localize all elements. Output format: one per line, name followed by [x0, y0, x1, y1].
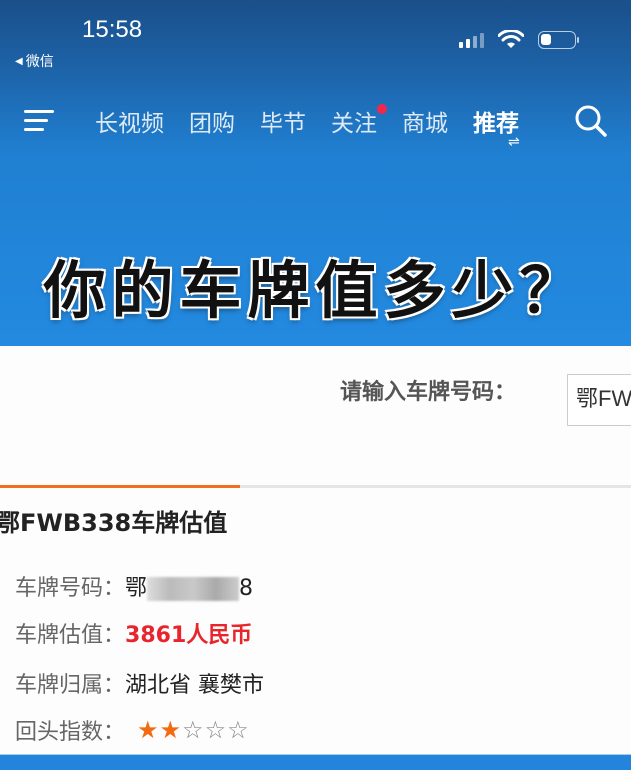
star-empty-icon: ☆ — [204, 716, 227, 744]
plate-suffix: 8 — [239, 576, 254, 601]
tab-label: 商城 — [402, 111, 448, 137]
result-title: 鄂FWB338车牌估值 — [0, 509, 228, 537]
plate-value-row: 车牌估值： 3861人民币 — [15, 617, 252, 649]
tab-bijie[interactable]: 毕节 — [260, 104, 306, 138]
tab-long-video[interactable]: 长视频 — [95, 104, 164, 138]
row-label: 车牌号码： — [15, 576, 126, 601]
star-filled-icon: ★ — [159, 716, 182, 744]
plate-input-label: 请输入车牌号码： — [340, 380, 517, 405]
back-to-wechat-button[interactable]: ◀ 微信 — [15, 51, 54, 71]
plate-input-row: 请输入车牌号码： — [340, 374, 516, 406]
notification-badge — [377, 104, 387, 114]
nav-tabs: 长视频 团购 毕节 关注 商城 推荐 — [95, 104, 544, 138]
row-label: 车牌估值： — [15, 623, 126, 648]
row-label: 回头指数： — [15, 720, 126, 745]
plate-location: 湖北省 襄樊市 — [125, 673, 265, 698]
blurred-region — [147, 577, 240, 601]
status-icons — [459, 30, 579, 50]
swap-arrows-icon: ⇌ — [508, 134, 520, 150]
plate-number-row: 车牌号码： 鄂8 — [15, 570, 253, 602]
tab-recommend[interactable]: 推荐 — [473, 104, 519, 138]
tab-following[interactable]: 关注 — [331, 104, 387, 138]
bottom-bar — [0, 754, 631, 770]
battery-icon — [538, 31, 579, 49]
tab-label: 团购 — [189, 111, 235, 137]
back-triangle-icon: ◀ — [15, 55, 23, 67]
plate-location-row: 车牌归属： 湖北省 襄樊市 — [15, 667, 264, 699]
row-label: 车牌归属： — [15, 673, 126, 698]
status-time: 15:58 — [82, 16, 143, 43]
wifi-icon — [498, 30, 524, 48]
result-tab-indicator — [0, 485, 240, 488]
tab-group-buy[interactable]: 团购 — [189, 104, 235, 138]
plate-number-input[interactable]: 鄂FW — [567, 374, 631, 426]
banner-title: 你的车牌值多少？ — [43, 254, 588, 327]
star-empty-icon: ☆ — [227, 716, 249, 744]
search-icon[interactable] — [574, 104, 608, 138]
star-rating: ★ ★ ☆ ☆ ☆ — [137, 718, 249, 742]
menu-icon[interactable] — [24, 108, 54, 134]
app-header: 15:58 ◀ 微信 长视频 团购 毕节 关注 商城 推荐 ⇌ 你的车牌值多少？ — [0, 0, 631, 346]
tab-mall[interactable]: 商城 — [402, 104, 448, 138]
rating-row: 回头指数： ★ ★ ☆ ☆ ☆ — [15, 714, 249, 746]
tab-label: 关注 — [331, 111, 377, 137]
back-label: 微信 — [25, 54, 54, 70]
tab-label: 长视频 — [95, 111, 164, 137]
plate-number-value: 鄂8 — [125, 570, 253, 602]
content-area — [0, 346, 631, 769]
plate-value: 3861人民币 — [125, 623, 253, 648]
result-tab-divider — [0, 485, 631, 488]
top-nav: 长视频 团购 毕节 关注 商城 推荐 ⇌ — [0, 100, 631, 150]
plate-prefix: 鄂 — [125, 576, 148, 601]
signal-icon — [459, 32, 484, 48]
star-filled-icon: ★ — [137, 716, 159, 744]
star-empty-icon: ☆ — [182, 716, 204, 744]
tab-label: 毕节 — [260, 111, 306, 137]
